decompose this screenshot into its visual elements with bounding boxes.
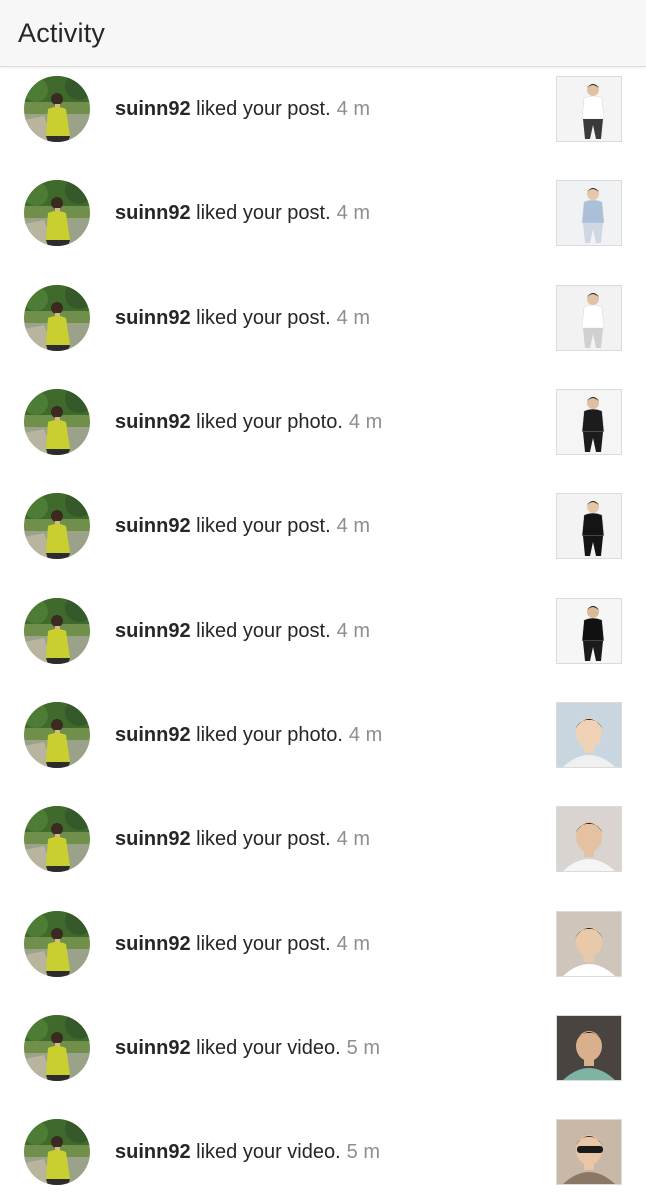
avatar[interactable] [24, 284, 90, 351]
username-link[interactable]: suinn92 [115, 202, 191, 224]
timestamp: 4 m [336, 932, 370, 955]
post-thumbnail[interactable] [556, 493, 622, 560]
timestamp: 4 m [336, 202, 370, 225]
post-thumbnail[interactable] [556, 701, 622, 768]
activity-action: liked your post. [196, 515, 331, 538]
username-link[interactable]: suinn92 [115, 307, 191, 329]
post-thumbnail[interactable] [556, 284, 622, 351]
username-link[interactable]: suinn92 [115, 620, 191, 642]
avatar[interactable] [24, 597, 90, 664]
activity-text: suinn92 liked your post. 4 m [115, 203, 370, 223]
post-thumbnail[interactable] [556, 1014, 622, 1081]
username-link[interactable]: suinn92 [115, 98, 191, 120]
activity-text: suinn92 liked your post. 4 m [115, 934, 370, 954]
activity-item[interactable]: suinn92 liked your post. 4 m [0, 57, 646, 161]
username-link[interactable]: suinn92 [115, 828, 191, 850]
activity-item[interactable]: suinn92 liked your video. 5 m [0, 996, 646, 1100]
timestamp: 4 m [336, 306, 370, 329]
avatar[interactable] [24, 806, 90, 873]
avatar[interactable] [24, 389, 90, 456]
post-thumbnail[interactable] [556, 597, 622, 664]
activity-action: liked your post. [196, 828, 331, 851]
activity-text: suinn92 liked your video. 5 m [115, 1142, 380, 1162]
activity-item[interactable]: suinn92 liked your post. 4 m [0, 161, 646, 265]
username-link[interactable]: suinn92 [115, 515, 191, 537]
username-link[interactable]: suinn92 [115, 724, 191, 746]
post-thumbnail[interactable] [556, 76, 622, 143]
timestamp: 4 m [336, 515, 370, 538]
avatar[interactable] [24, 180, 90, 247]
activity-action: liked your post. [196, 306, 331, 329]
activity-text: suinn92 liked your photo. 4 m [115, 412, 382, 432]
avatar[interactable] [24, 493, 90, 560]
activity-item[interactable]: suinn92 liked your video. 5 m [0, 1100, 646, 1204]
activity-text: suinn92 liked your post. 4 m [115, 829, 370, 849]
activity-action: liked your post. [196, 202, 331, 225]
activity-action: liked your post. [196, 932, 331, 955]
avatar[interactable] [24, 1119, 90, 1186]
avatar[interactable] [24, 910, 90, 977]
username-link[interactable]: suinn92 [115, 411, 191, 433]
activity-item[interactable]: suinn92 liked your post. 4 m [0, 891, 646, 995]
post-thumbnail[interactable] [556, 180, 622, 247]
timestamp: 4 m [336, 98, 370, 121]
avatar[interactable] [24, 701, 90, 768]
activity-action: liked your post. [196, 619, 331, 642]
activity-text: suinn92 liked your post. 4 m [115, 516, 370, 536]
timestamp: 5 m [346, 1036, 381, 1059]
timestamp: 4 m [348, 723, 383, 746]
username-link[interactable]: suinn92 [115, 1141, 191, 1163]
activity-item[interactable]: suinn92 liked your post. 4 m [0, 266, 646, 370]
activity-item[interactable]: suinn92 liked your post. 4 m [0, 787, 646, 891]
activity-item[interactable]: suinn92 liked your post. 4 m [0, 578, 646, 682]
avatar[interactable] [24, 1014, 90, 1081]
activity-list: suinn92 liked your post. 4 m suinn92 liked… [0, 57, 646, 1204]
activity-action: liked your photo. [196, 723, 343, 746]
post-thumbnail[interactable] [556, 806, 622, 873]
activity-text: suinn92 liked your photo. 4 m [115, 725, 382, 745]
post-thumbnail[interactable] [556, 1119, 622, 1186]
timestamp: 4 m [336, 619, 370, 642]
activity-action: liked your post. [196, 98, 331, 121]
activity-action: liked your video. [196, 1141, 341, 1164]
activity-item[interactable]: suinn92 liked your photo. 4 m [0, 370, 646, 474]
post-thumbnail[interactable] [556, 910, 622, 977]
activity-text: suinn92 liked your video. 5 m [115, 1038, 380, 1058]
username-link[interactable]: suinn92 [115, 1037, 191, 1059]
timestamp: 4 m [348, 411, 383, 434]
post-thumbnail[interactable] [556, 389, 622, 456]
page-title: Activity [18, 17, 106, 48]
activity-text: suinn92 liked your post. 4 m [115, 99, 370, 119]
activity-action: liked your video. [196, 1036, 341, 1059]
activity-item[interactable]: suinn92 liked your post. 4 m [0, 474, 646, 578]
activity-action: liked your photo. [196, 411, 343, 434]
activity-text: suinn92 liked your post. 4 m [115, 621, 370, 641]
username-link[interactable]: suinn92 [115, 933, 191, 955]
activity-text: suinn92 liked your post. 4 m [115, 308, 370, 328]
activity-item[interactable]: suinn92 liked your photo. 4 m [0, 683, 646, 787]
avatar[interactable] [24, 76, 90, 143]
timestamp: 5 m [346, 1141, 381, 1164]
timestamp: 4 m [336, 828, 370, 851]
